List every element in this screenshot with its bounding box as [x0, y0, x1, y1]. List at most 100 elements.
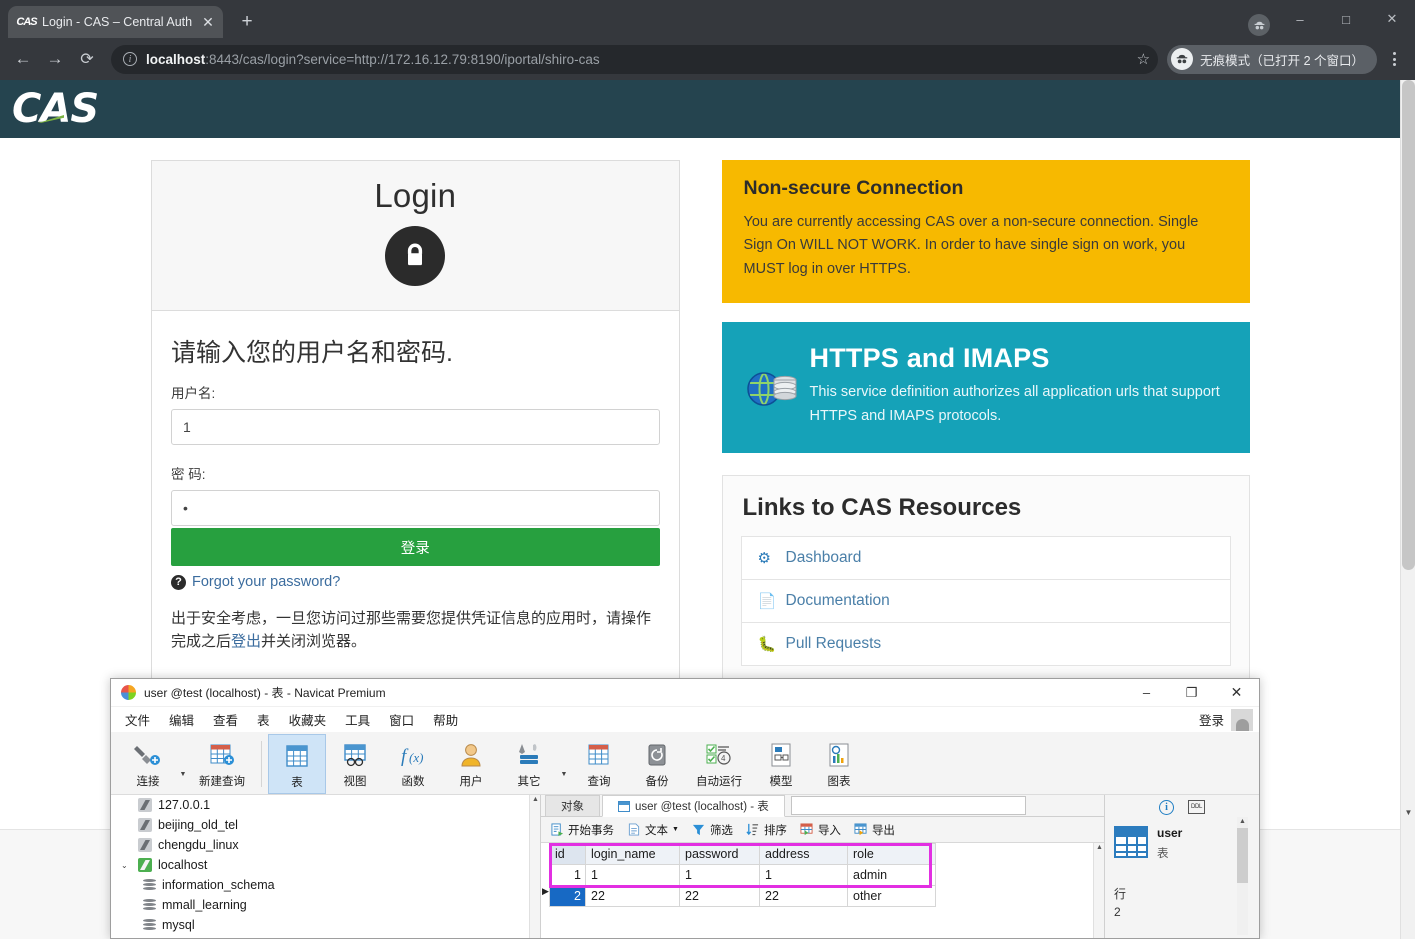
search-input[interactable]	[790, 796, 1026, 815]
tab-user-table[interactable]: user @test (localhost) - 表	[602, 795, 785, 817]
import-button[interactable]: 导入	[800, 822, 841, 838]
table-row[interactable]: 2 22 22 22 other	[549, 885, 936, 907]
scroll-up-icon[interactable]: ▲	[530, 796, 540, 803]
text-view-button[interactable]: 文本 ▼	[627, 822, 679, 838]
login-submit-button[interactable]: 登录	[171, 528, 660, 566]
menu-item-view[interactable]: 查看	[213, 710, 238, 729]
chevron-down-icon[interactable]: ⌄	[121, 861, 132, 870]
cell-address[interactable]: 1	[759, 864, 848, 886]
table-row[interactable]: 1 1 1 1 admin	[549, 864, 936, 886]
text-chevron-down-icon[interactable]: ▼	[672, 826, 679, 833]
tree-item-connection-localhost[interactable]: ⌄ localhost	[111, 855, 540, 875]
tree-item-connection[interactable]: 127.0.0.1	[111, 795, 540, 815]
tree-item-database[interactable]: information_schema	[111, 875, 540, 895]
tree-item-database[interactable]: mmall_learning	[111, 895, 540, 915]
username-input[interactable]	[171, 409, 660, 445]
tab-objects[interactable]: 对象	[545, 795, 600, 816]
cell-login-name[interactable]: 22	[585, 885, 680, 907]
browser-tab[interactable]: CAS Login - CAS – Central Authentic ✕	[8, 6, 223, 38]
cell-role[interactable]: other	[847, 885, 936, 907]
sort-button[interactable]: 排序	[746, 822, 787, 838]
scrollbar-thumb[interactable]	[1402, 80, 1415, 570]
menu-item-favorites[interactable]: 收藏夹	[289, 710, 327, 729]
toolbar-automation-button[interactable]: 4 自动运行	[686, 734, 752, 794]
bookmark-star-icon[interactable]: ☆	[1137, 50, 1150, 68]
menu-item-window[interactable]: 窗口	[389, 710, 414, 729]
tree-item-database-partial[interactable]	[111, 935, 540, 938]
new-tab-button[interactable]: +	[232, 7, 262, 37]
scroll-up-icon[interactable]: ▲	[1237, 818, 1248, 825]
navicat-close-icon[interactable]: ✕	[1214, 679, 1259, 707]
navicat-title-bar[interactable]: user @test (localhost) - 表 - Navicat Pre…	[111, 679, 1259, 707]
cell-password[interactable]: 22	[679, 885, 760, 907]
toolbar-backup-button[interactable]: 备份	[628, 734, 686, 794]
cell-address[interactable]: 22	[759, 885, 848, 907]
export-button[interactable]: 导出	[854, 822, 895, 838]
column-header-address[interactable]: address	[759, 843, 848, 865]
menu-item-file[interactable]: 文件	[125, 710, 150, 729]
forward-icon[interactable]: →	[40, 44, 70, 74]
reload-icon[interactable]: ⟳	[72, 44, 102, 74]
scrollbar-thumb[interactable]	[1237, 828, 1248, 883]
list-item[interactable]: 🐛 Pull Requests	[740, 622, 1231, 667]
minimize-icon[interactable]: –	[1277, 3, 1323, 35]
menu-item-tools[interactable]: 工具	[345, 710, 370, 729]
navicat-maximize-icon[interactable]: ❐	[1169, 679, 1214, 707]
cell-login-name[interactable]: 1	[585, 864, 680, 886]
menu-item-edit[interactable]: 编辑	[169, 710, 194, 729]
menu-item-table[interactable]: 表	[257, 710, 270, 729]
svg-text:4: 4	[721, 754, 726, 763]
link-label: Documentation	[785, 592, 890, 610]
toolbar-model-button[interactable]: 模型	[752, 734, 810, 794]
ddl-icon[interactable]: DDL	[1188, 800, 1205, 814]
cell-id[interactable]: 2	[549, 885, 586, 907]
list-item[interactable]: ⚙ Dashboard	[740, 536, 1231, 580]
other-chevron-down-icon[interactable]: ▼	[558, 751, 570, 778]
tree-item-connection[interactable]: chengdu_linux	[111, 835, 540, 855]
close-window-icon[interactable]: ✕	[1369, 3, 1415, 35]
back-icon[interactable]: ←	[8, 44, 38, 74]
forgot-password-link[interactable]: Forgot your password?	[192, 574, 340, 590]
info-panel-scrollbar[interactable]: ▲	[1237, 817, 1248, 935]
connection-chevron-down-icon[interactable]: ▼	[177, 751, 189, 778]
avatar[interactable]	[1231, 708, 1253, 731]
tree-item-connection[interactable]: beijing_old_tel	[111, 815, 540, 835]
scroll-up-icon[interactable]: ▲	[1094, 844, 1104, 851]
info-icon[interactable]: i	[1159, 799, 1174, 815]
tree-item-database[interactable]: mysql	[111, 915, 540, 935]
toolbar-chart-button[interactable]: 图表	[810, 734, 868, 794]
column-header-login-name[interactable]: login_name	[585, 843, 680, 865]
close-icon[interactable]: ✕	[199, 13, 217, 31]
address-bar[interactable]: i localhost:8443/cas/login?service=http:…	[111, 44, 1159, 74]
toolbar-new-query-button[interactable]: 新建查询	[189, 734, 255, 794]
toolbar-view-button[interactable]: 视图	[326, 734, 384, 794]
page-scrollbar[interactable]: ▼	[1400, 80, 1415, 939]
toolbar-query-button[interactable]: 查询	[570, 734, 628, 794]
grid-scrollbar[interactable]: ▲	[1093, 843, 1104, 938]
column-header-id[interactable]: id	[549, 843, 586, 865]
password-input[interactable]	[171, 490, 660, 526]
begin-transaction-button[interactable]: 开始事务	[550, 822, 614, 838]
filter-button[interactable]: 筛选	[692, 822, 733, 838]
toolbar-function-button[interactable]: f (x) 函数	[384, 734, 442, 794]
maximize-icon[interactable]: □	[1323, 3, 1369, 35]
toolbar-user-button[interactable]: 用户	[442, 734, 500, 794]
menu-item-help[interactable]: 帮助	[433, 710, 458, 729]
toolbar-connection-button[interactable]: 连接	[119, 734, 177, 794]
chrome-menu-icon[interactable]	[1381, 44, 1407, 74]
cell-password[interactable]: 1	[679, 864, 760, 886]
column-header-role[interactable]: role	[847, 843, 936, 865]
toolbar-other-button[interactable]: 其它	[500, 734, 558, 794]
tree-scrollbar[interactable]: ▲	[529, 795, 540, 938]
logout-link[interactable]: 登出	[231, 633, 261, 650]
site-info-icon[interactable]: i	[123, 52, 137, 66]
navicat-login-link[interactable]: 登录	[1199, 710, 1224, 729]
navicat-minimize-icon[interactable]: –	[1124, 679, 1169, 707]
column-header-password[interactable]: password	[679, 843, 760, 865]
cell-id[interactable]: 1	[549, 864, 586, 886]
incognito-pill[interactable]: 无痕模式（已打开 2 个窗口）	[1167, 44, 1377, 74]
cell-role[interactable]: admin	[847, 864, 936, 886]
toolbar-table-button[interactable]: 表	[268, 734, 326, 794]
scroll-down-icon[interactable]: ▼	[1401, 808, 1415, 817]
list-item[interactable]: 📄 Documentation	[740, 579, 1231, 623]
